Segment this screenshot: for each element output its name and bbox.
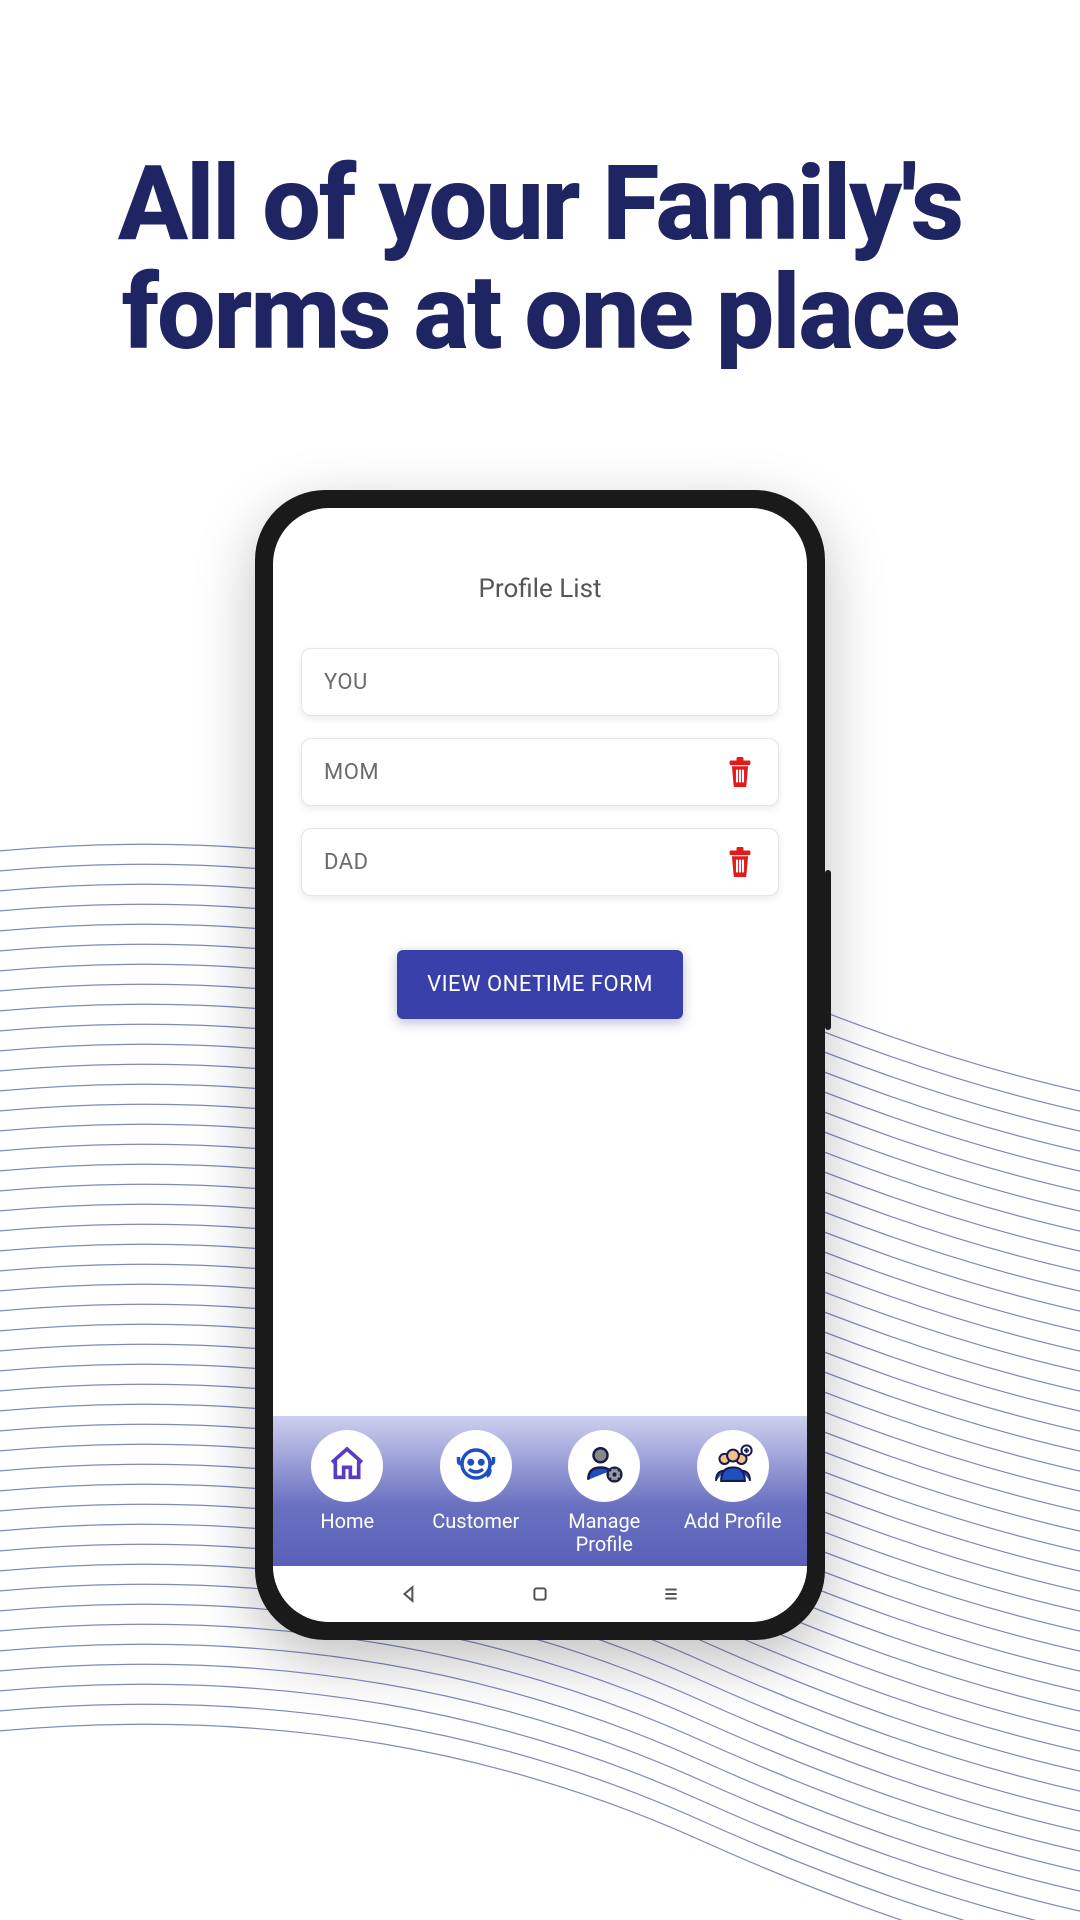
profile-list: YOU MOM: [301, 648, 779, 896]
profile-row-you[interactable]: YOU: [301, 648, 779, 716]
android-home-icon[interactable]: [528, 1582, 552, 1606]
profile-row-dad[interactable]: DAD: [301, 828, 779, 896]
delete-icon[interactable]: [724, 846, 756, 878]
profile-label: MOM: [324, 760, 379, 785]
system-navigation-bar: [273, 1566, 807, 1622]
nav-label: Customer: [432, 1510, 519, 1533]
nav-manage-profile[interactable]: Manage Profile: [544, 1430, 664, 1556]
nav-label: Manage Profile: [544, 1510, 664, 1556]
add-profile-icon: [711, 1443, 755, 1489]
nav-label: Home: [320, 1510, 374, 1533]
phone-mockup: Profile List YOU MOM: [255, 490, 825, 1640]
profile-label: YOU: [324, 670, 368, 695]
delete-icon[interactable]: [724, 756, 756, 788]
android-back-icon[interactable]: [397, 1582, 421, 1606]
nav-home[interactable]: Home: [287, 1430, 407, 1533]
profile-row-mom[interactable]: MOM: [301, 738, 779, 806]
home-icon: [327, 1444, 367, 1488]
android-recent-icon[interactable]: [659, 1582, 683, 1606]
nav-customer[interactable]: Customer: [416, 1430, 536, 1533]
profile-label: DAD: [324, 850, 369, 875]
manage-profile-icon: [583, 1443, 625, 1489]
nav-add-profile[interactable]: Add Profile: [673, 1430, 793, 1533]
page-title: Profile List: [478, 574, 601, 604]
bottom-nav: Home: [273, 1416, 807, 1566]
view-onetime-form-button[interactable]: VIEW ONETIME FORM: [397, 950, 683, 1019]
nav-label: Add Profile: [684, 1510, 782, 1533]
customer-support-icon: [455, 1443, 497, 1489]
headline: All of your Family's forms at one place: [0, 0, 1080, 368]
